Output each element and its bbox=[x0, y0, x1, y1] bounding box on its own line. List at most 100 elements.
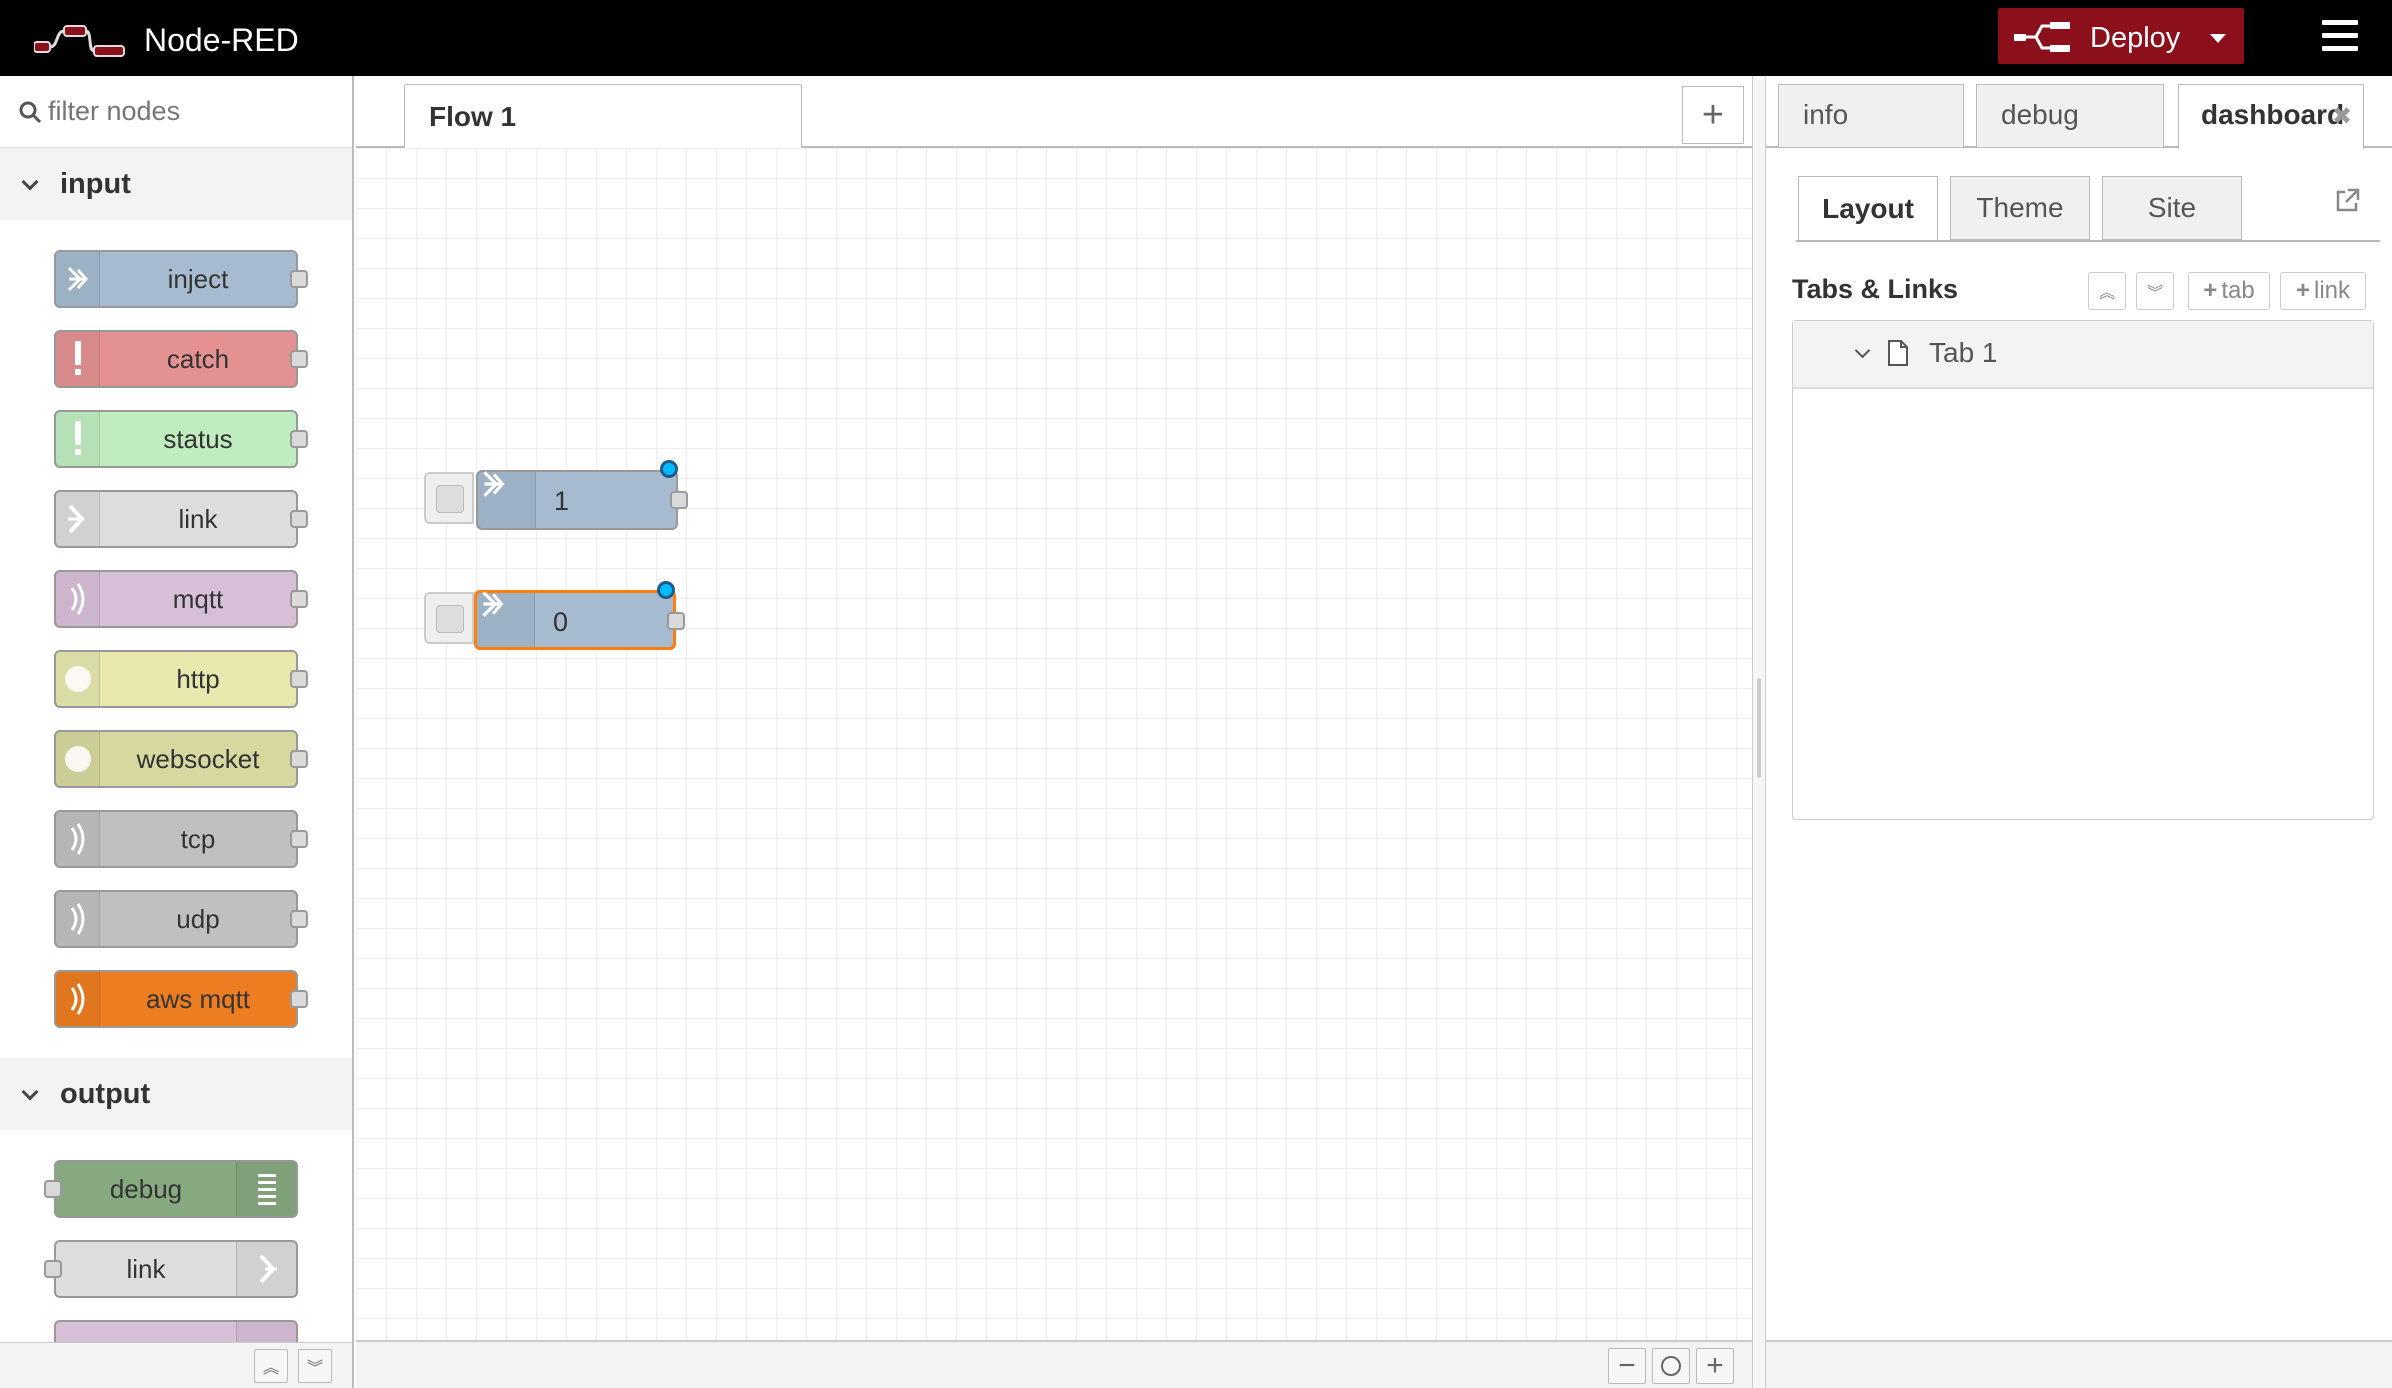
palette-node-label: debug bbox=[109, 1173, 183, 1204]
output-port bbox=[290, 750, 308, 768]
sidebar-tabs: info debug dashboard ✖ bbox=[1766, 76, 2392, 150]
palette-node-http[interactable]: http bbox=[54, 650, 308, 708]
sidebar-splitter[interactable] bbox=[1752, 76, 1766, 1388]
palette-node-label: websocket bbox=[136, 743, 260, 774]
sub-tabs-divider bbox=[1796, 240, 2380, 242]
flow-node-icon-area bbox=[478, 471, 536, 528]
list-icon bbox=[257, 1174, 276, 1205]
flow-node-inject-1[interactable]: 1 bbox=[476, 460, 688, 530]
palette-node-link-out[interactable]: link bbox=[44, 1240, 298, 1298]
deploy-button[interactable]: Deploy bbox=[1998, 8, 2244, 64]
document-icon bbox=[1888, 340, 1908, 366]
palette-node-icon-area bbox=[56, 892, 100, 946]
main-menu-button[interactable] bbox=[2322, 20, 2358, 52]
palette-node-websocket[interactable]: websocket bbox=[54, 730, 308, 788]
node-red-logo-icon bbox=[34, 25, 125, 57]
palette-search-input[interactable] bbox=[48, 96, 348, 127]
flow-canvas[interactable]: 1 0 bbox=[356, 148, 1752, 1340]
tab-label: Flow 1 bbox=[429, 101, 517, 132]
workspace-footer: − + bbox=[356, 1340, 1752, 1388]
output-port bbox=[290, 270, 308, 288]
tab-label: debug bbox=[2001, 99, 2079, 130]
globe-icon bbox=[64, 746, 91, 772]
chevron-down-icon[interactable] bbox=[1854, 342, 1871, 359]
tab-theme[interactable]: Theme bbox=[1950, 176, 2090, 240]
output-port[interactable] bbox=[670, 491, 688, 509]
caret-down-icon[interactable] bbox=[2210, 34, 2226, 43]
flow-node-label: 1 bbox=[554, 486, 570, 516]
palette-node-inject[interactable]: inject bbox=[54, 250, 308, 308]
palette-node-icon-area bbox=[56, 572, 100, 626]
palette-node-icon-area bbox=[236, 1162, 296, 1216]
inject-trigger-button[interactable] bbox=[424, 592, 474, 644]
zoom-reset-button[interactable] bbox=[1652, 1348, 1690, 1384]
list-item-label: Tab 1 bbox=[1929, 337, 1998, 368]
palette-node-catch[interactable]: catch bbox=[54, 330, 308, 388]
inject-trigger-square bbox=[436, 605, 464, 633]
palette-node-mqtt[interactable]: mqtt bbox=[54, 570, 308, 628]
category-output-header[interactable]: output bbox=[0, 1058, 352, 1130]
chevron-down-icon bbox=[21, 1083, 39, 1101]
add-flow-button[interactable]: + bbox=[1682, 86, 1744, 144]
zoom-out-button[interactable]: − bbox=[1608, 1348, 1646, 1384]
arrow-in-icon bbox=[483, 471, 505, 497]
collapse-all-button[interactable]: ︽ bbox=[254, 1349, 288, 1383]
collapse-all-button[interactable]: ︽ bbox=[2088, 272, 2126, 310]
palette-node-debug[interactable]: debug bbox=[44, 1160, 298, 1218]
tab-debug[interactable]: debug bbox=[1976, 84, 2164, 148]
tab-layout[interactable]: Layout bbox=[1798, 176, 1938, 242]
output-port bbox=[290, 350, 308, 368]
globe-icon bbox=[64, 666, 91, 692]
section-title: Tabs & Links bbox=[1792, 274, 1959, 304]
minus-icon: − bbox=[1618, 1349, 1636, 1382]
palette-node-udp[interactable]: udp bbox=[54, 890, 308, 948]
bridge-icon bbox=[70, 983, 84, 1015]
external-link-icon[interactable] bbox=[2334, 188, 2360, 214]
workspace: Flow 1 + 1 0 − + bbox=[356, 76, 1752, 1388]
palette-node-status[interactable]: status bbox=[54, 410, 308, 468]
palette-node-label: status bbox=[163, 423, 233, 454]
palette-node-label: mqtt bbox=[172, 583, 224, 614]
palette-node-icon-area bbox=[56, 812, 100, 866]
tab-site[interactable]: Site bbox=[2102, 176, 2242, 240]
expand-all-button[interactable]: ︾ bbox=[298, 1349, 332, 1383]
add-tab-button[interactable]: + tab bbox=[2188, 272, 2270, 310]
add-link-button[interactable]: + link bbox=[2280, 272, 2366, 310]
sidebar-footer bbox=[1766, 1340, 2392, 1388]
tabs-links-list: Tab 1 bbox=[1792, 320, 2374, 820]
output-port[interactable] bbox=[667, 612, 685, 630]
output-port bbox=[290, 510, 308, 528]
inject-trigger-square bbox=[436, 485, 464, 513]
palette-node-icon-area bbox=[56, 252, 100, 306]
palette-node-aws-mqtt[interactable]: aws mqtt bbox=[54, 970, 308, 1028]
hamburger-icon-bar bbox=[2322, 46, 2358, 51]
bridge-icon bbox=[70, 903, 84, 935]
expand-all-button[interactable]: ︾ bbox=[2136, 272, 2174, 310]
output-port bbox=[290, 830, 308, 848]
palette-node-label: udp bbox=[176, 903, 220, 934]
category-label: input bbox=[60, 168, 131, 200]
tab-flow-1[interactable]: Flow 1 bbox=[404, 84, 802, 150]
changed-indicator bbox=[657, 581, 675, 599]
palette-node-tcp[interactable]: tcp bbox=[54, 810, 308, 868]
palette-search bbox=[0, 76, 352, 148]
zoom-in-button[interactable]: + bbox=[1696, 1348, 1734, 1384]
bridge-icon bbox=[70, 823, 84, 855]
close-icon[interactable]: ✖ bbox=[2332, 102, 2352, 131]
tab-label: Site bbox=[2147, 192, 2197, 223]
palette-node-icon-area bbox=[56, 972, 100, 1026]
list-item[interactable]: Tab 1 bbox=[1793, 321, 2373, 389]
tab-info[interactable]: info bbox=[1778, 84, 1964, 148]
palette-node-label: http bbox=[176, 663, 220, 694]
flow-node-inject-0[interactable]: 0 bbox=[474, 581, 685, 650]
tab-label: info bbox=[1803, 99, 1849, 130]
output-port bbox=[290, 590, 308, 608]
bridge-icon bbox=[70, 583, 84, 615]
palette-node-label: aws mqtt bbox=[145, 983, 251, 1014]
workspace-tabs: Flow 1 + bbox=[356, 76, 1752, 150]
drag-handle[interactable] bbox=[1757, 678, 1761, 778]
category-input-header[interactable]: input bbox=[0, 148, 352, 220]
palette-node-link-in[interactable]: link bbox=[54, 490, 308, 548]
tab-label: dashboard bbox=[2201, 99, 2345, 130]
inject-trigger-button[interactable] bbox=[424, 472, 474, 524]
